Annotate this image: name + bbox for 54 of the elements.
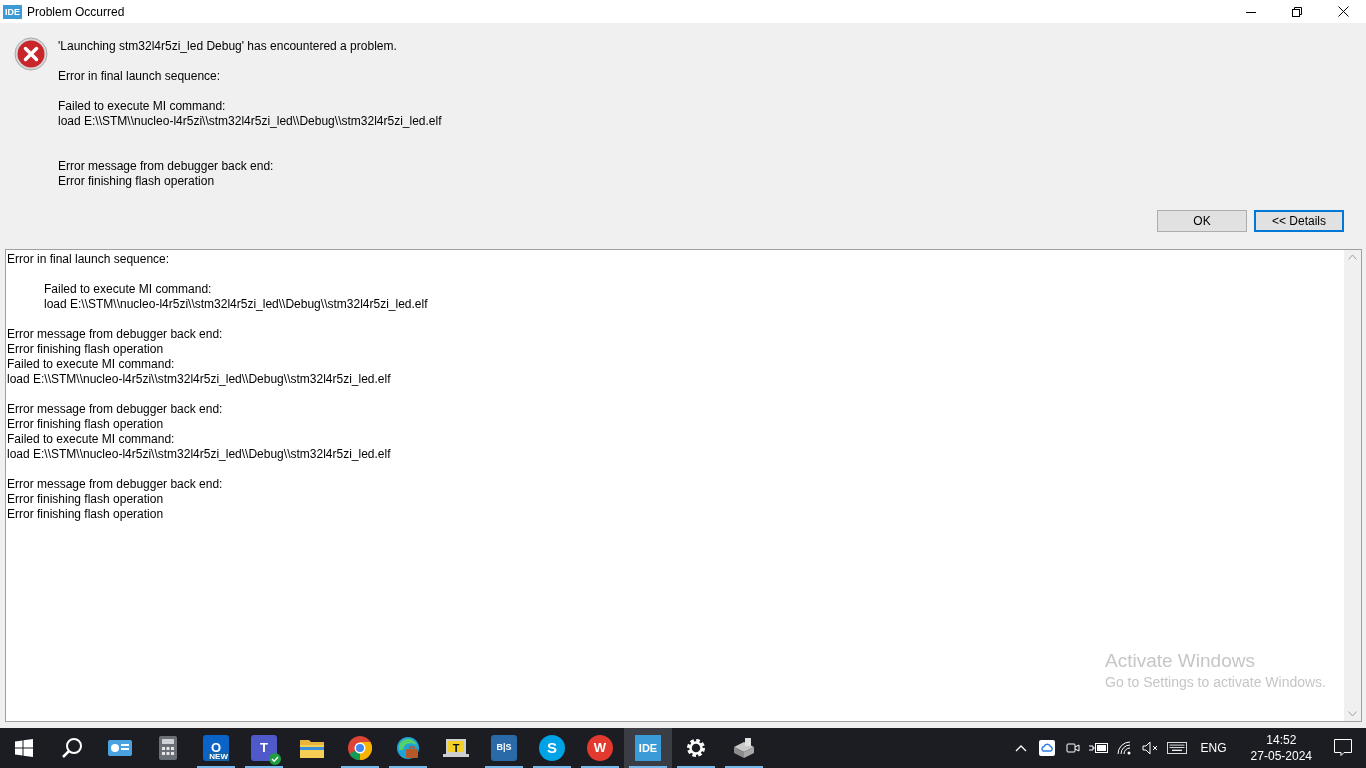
calculator-icon[interactable]	[159, 736, 177, 760]
error-icon	[14, 37, 48, 71]
cloud-icon[interactable]	[1038, 740, 1055, 756]
app-tile-icon[interactable]: B|S	[491, 735, 517, 761]
outlook-icon[interactable]: O NEW	[203, 735, 229, 761]
detail-line: Error finishing flash operation	[7, 507, 165, 522]
restore-icon[interactable]	[1292, 6, 1302, 17]
notification-icon[interactable]	[1334, 739, 1352, 757]
battery-charging-icon[interactable]	[1088, 742, 1109, 754]
message-text: Error finishing flash operation	[58, 174, 216, 189]
detail-line: Error message from debugger back end:	[7, 477, 224, 492]
folder-icon[interactable]	[300, 738, 324, 758]
close-icon[interactable]	[1337, 6, 1349, 17]
edge-icon[interactable]	[396, 736, 420, 760]
detail-line: Error message from debugger back end:	[7, 327, 224, 342]
language-indicator[interactable]: ENG	[1192, 739, 1235, 757]
speaker-muted-icon[interactable]	[1141, 741, 1160, 755]
activation-text: Go to Settings to activate Windows.	[1105, 673, 1326, 692]
search-icon[interactable]	[61, 737, 83, 759]
message-text: Error message from debugger back end:	[58, 159, 275, 174]
video-camera-icon[interactable]	[1064, 740, 1081, 756]
message-text: Failed to execute MI command:	[58, 99, 227, 114]
detail-line: load E:\\STM\\nucleo-l4r5zi\\stm32l4r5zi_led\\Debug\\stm32l4r5zi_led.elf	[7, 372, 392, 387]
wps-icon[interactable]: W	[587, 735, 613, 761]
detail-line: Error in final launch sequence:	[7, 252, 171, 267]
detail-line: Error message from debugger back end:	[7, 402, 224, 417]
activation-title: Activate Windows	[1105, 649, 1256, 672]
clock-date[interactable]: 27-05-2024	[1250, 748, 1312, 764]
window-title: Problem Occurred	[27, 3, 126, 21]
detail-line: load E:\\STM\\nucleo-l4r5zi\\stm32l4r5zi_led\\Debug\\stm32l4r5zi_led.elf	[44, 297, 429, 312]
details-button[interactable]: << Details	[1254, 210, 1344, 232]
check-badge-icon	[269, 753, 281, 765]
drive-icon[interactable]	[732, 737, 756, 759]
detail-line: Failed to execute MI command:	[7, 357, 176, 372]
detail-line: Error finishing flash operation	[7, 342, 165, 357]
message-text: load E:\\STM\\nucleo-l4r5zi\\stm32l4r5zi_led\\Debug\\stm32l4r5zi_led.elf	[58, 114, 442, 129]
chevron-up-icon[interactable]	[1014, 744, 1027, 752]
detail-line: Error finishing flash operation	[7, 492, 165, 507]
message-text: Error in final launch sequence:	[58, 69, 222, 84]
clock-time[interactable]: 14:52	[1266, 732, 1297, 748]
detail-line: load E:\\STM\\nucleo-l4r5zi\\stm32l4r5zi_led\\Debug\\stm32l4r5zi_led.elf	[7, 447, 392, 462]
detail-line: Error finishing flash operation	[7, 417, 165, 432]
detail-line: Failed to execute MI command:	[44, 282, 213, 297]
app-logo: IDE	[3, 4, 22, 19]
ok-button[interactable]: OK	[1157, 210, 1247, 232]
dashboard-icon[interactable]	[108, 738, 132, 758]
detail-line: Failed to execute MI command:	[7, 432, 176, 447]
settings-icon[interactable]	[685, 737, 707, 759]
chrome-icon[interactable]	[348, 736, 372, 760]
start-icon[interactable]	[15, 739, 33, 757]
keyboard-icon[interactable]	[1166, 741, 1187, 755]
wifi-icon[interactable]	[1116, 741, 1133, 755]
message-headline: 'Launching stm32l4r5zi_led Debug' has encountered a problem.	[58, 39, 398, 54]
new-label: NEW	[208, 752, 229, 761]
